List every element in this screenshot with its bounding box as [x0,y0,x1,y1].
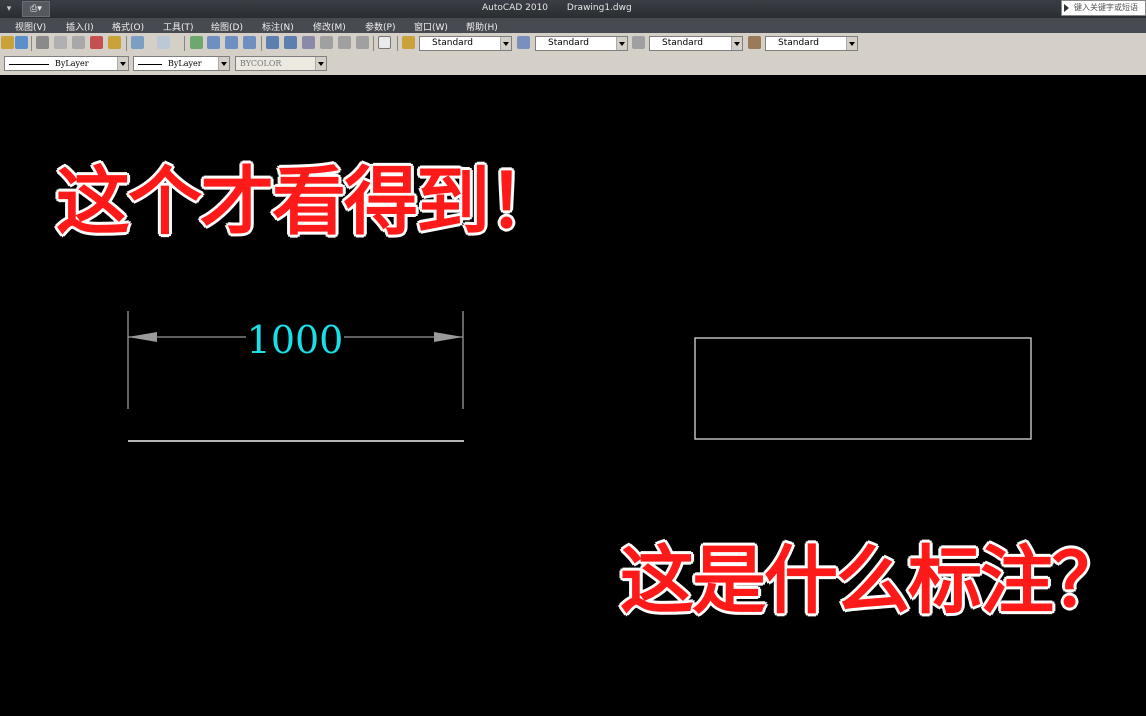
plot-icon[interactable]: ⎙▾ [22,1,50,17]
zoom-realtime-icon[interactable] [207,36,220,49]
arrowhead-left [128,332,157,342]
match-properties-icon[interactable] [90,36,103,49]
menu-draw[interactable]: 绘图(D) [211,20,243,33]
paste-icon[interactable] [72,36,85,49]
markup-icon[interactable] [338,36,351,49]
menu-view[interactable]: 视图(V) [15,20,46,33]
chevron-down-icon[interactable] [616,37,627,50]
multileader-style-value: Standard [778,38,819,48]
linetype-sample [9,63,49,65]
zoom-previous-icon[interactable] [243,36,256,49]
dimension-style-value: Standard [548,38,589,48]
chevron-down-icon[interactable] [731,37,742,50]
menu-parametric[interactable]: 参数(P) [365,20,395,33]
lineweight-value: ByLayer [168,59,202,68]
linear-dimension[interactable]: 1000 [127,311,464,409]
menu-dimension[interactable]: 标注(N) [262,20,294,33]
toolbar-divider [373,36,374,51]
sheet-set-icon[interactable] [320,36,333,49]
multileader-style-select[interactable]: Standard [765,36,858,51]
cut-icon[interactable] [36,36,49,49]
drawing-canvas[interactable]: 1000 这个才看得到！ 这是什么标注？ [0,75,1146,716]
design-center-icon[interactable] [284,36,297,49]
linetype-select[interactable]: ByLayer [4,56,129,71]
pan-icon[interactable] [190,36,203,49]
lineweight-select[interactable]: ByLayer [133,56,230,71]
copy-icon[interactable] [54,36,67,49]
chevron-down-icon[interactable] [315,57,326,70]
multileader-style-icon[interactable] [748,36,761,49]
dimension-style-select[interactable]: Standard [535,36,628,51]
lineweight-sample [138,63,162,65]
plotstyle-value: BYCOLOR [240,59,282,68]
properties-icon[interactable] [266,36,279,49]
caption-top: 这个才看得到！ [56,159,562,245]
document-name: Drawing1.dwg [566,3,632,13]
search-placeholder: 键入关键字或短语 [1074,3,1138,12]
quick-access-toolbar: ▾ ⎙▾ [0,0,50,18]
calculator-icon[interactable] [356,36,369,49]
toolbar-divider [261,36,262,51]
menu-window[interactable]: 窗口(W) [414,20,448,33]
qa-dropdown-icon[interactable]: ▾ [2,2,16,16]
standard-toolbar: Standard Standard Standard Standard [0,33,1146,54]
plotstyle-select[interactable]: BYCOLOR [235,56,327,71]
table-style-select[interactable]: Standard [649,36,743,51]
text-style-value: Standard [432,38,473,48]
dimension-text: 1000 [247,318,344,362]
chevron-down-icon[interactable] [846,37,857,50]
open-icon[interactable] [1,36,14,49]
chevron-down-icon[interactable] [218,57,229,70]
table-style-value: Standard [662,38,703,48]
properties-toolbar: ByLayer ByLayer BYCOLOR [0,54,1146,75]
toolbar-divider [31,36,32,51]
help-search-input[interactable]: 键入关键字或短语 [1061,0,1146,16]
table-style-icon[interactable] [632,36,645,49]
redo-icon[interactable] [157,36,170,49]
toolbar-divider [126,36,127,51]
toolbar-divider [397,36,398,51]
dimension-style-icon[interactable] [517,36,530,49]
chevron-down-icon[interactable] [500,37,511,50]
block-editor-icon[interactable] [108,36,121,49]
zoom-window-icon[interactable] [225,36,238,49]
save-icon[interactable] [15,36,28,49]
rectangle-object[interactable] [694,337,1032,440]
menu-tools[interactable]: 工具(T) [163,20,194,33]
undo-icon[interactable] [131,36,144,49]
chevron-down-icon[interactable] [117,57,128,70]
toolbar-divider [184,36,185,51]
menu-insert[interactable]: 插入(I) [66,20,94,33]
text-style-select[interactable]: Standard [419,36,512,51]
app-name: AutoCAD 2010 [482,3,549,13]
arrowhead-right [434,332,463,342]
text-style-icon[interactable] [402,36,415,49]
menu-format[interactable]: 格式(O) [112,20,144,33]
help-icon[interactable] [378,36,391,49]
search-expand-icon[interactable] [1064,4,1069,12]
menu-bar: 视图(V) 插入(I) 格式(O) 工具(T) 绘图(D) 标注(N) 修改(M… [0,18,1146,33]
title-bar: ▾ ⎙▾ AutoCAD 2010 Drawing1.dwg 键入关键字或短语 [0,0,1146,18]
window-title: AutoCAD 2010 Drawing1.dwg [482,3,632,13]
menu-help[interactable]: 帮助(H) [466,20,498,33]
tool-palettes-icon[interactable] [302,36,315,49]
caption-bottom: 这是什么标注？ [620,538,1126,624]
menu-modify[interactable]: 修改(M) [313,20,346,33]
linetype-value: ByLayer [55,59,89,68]
